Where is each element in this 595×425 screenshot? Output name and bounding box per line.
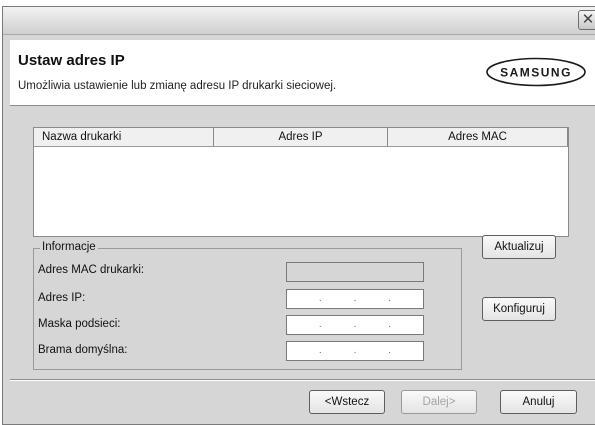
mac-address-field	[286, 262, 424, 282]
cancel-button[interactable]: Anuluj	[500, 390, 577, 414]
samsung-logo: SAMSUNG	[486, 57, 586, 87]
close-icon: ✕	[581, 11, 595, 28]
info-group-label: Informacje	[40, 241, 98, 253]
ip-address-label: Adres IP:	[38, 292, 86, 304]
subnet-mask-field[interactable]: ...	[286, 315, 424, 335]
column-header-ip-address[interactable]: Adres IP	[214, 128, 388, 147]
default-gateway-label: Brama domyślna:	[38, 344, 128, 356]
brand-name: SAMSUNG	[500, 66, 572, 80]
next-button: Dalej>	[401, 390, 477, 414]
column-header-printer-name[interactable]: Nazwa drukarki	[34, 128, 214, 147]
close-button[interactable]: ✕	[578, 10, 595, 30]
page-title: Ustaw adres IP	[18, 52, 125, 69]
title-bar	[3, 7, 595, 35]
page-subtitle: Umożliwia ustawienie lub zmianę adresu I…	[18, 80, 337, 92]
back-button[interactable]: <Wstecz	[309, 390, 385, 414]
configure-button[interactable]: Konfiguruj	[482, 297, 556, 321]
ip-address-field[interactable]: ...	[286, 289, 424, 309]
refresh-button[interactable]: Aktualizuj	[482, 235, 556, 259]
default-gateway-field[interactable]: ...	[286, 341, 424, 361]
mac-address-label: Adres MAC drukarki:	[38, 264, 145, 276]
footer-separator	[10, 379, 595, 381]
column-header-mac-address[interactable]: Adres MAC	[388, 128, 568, 147]
subnet-mask-label: Maska podsieci:	[38, 318, 121, 330]
